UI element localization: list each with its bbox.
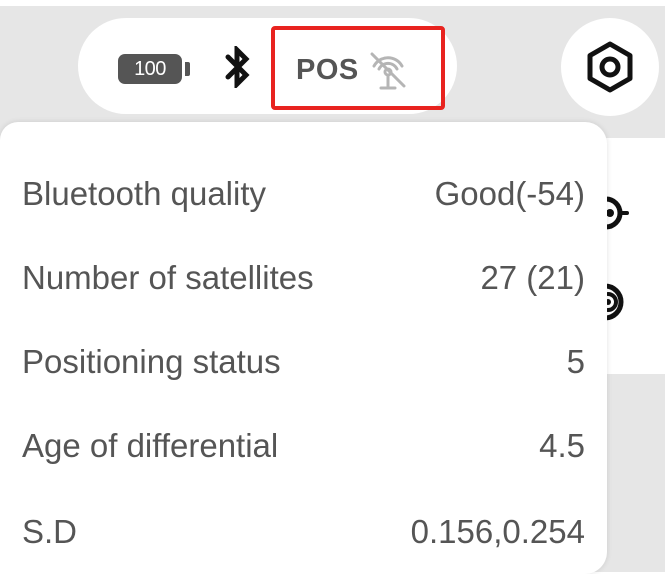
battery-indicator: 100 bbox=[118, 54, 182, 84]
info-value: 27 (21) bbox=[480, 259, 585, 296]
battery-tip bbox=[185, 62, 190, 76]
info-value: 0.156,0.254 bbox=[410, 513, 585, 550]
battery-level: 100 bbox=[134, 58, 166, 80]
info-row-bluetooth-quality: Bluetooth quality Good(-54) bbox=[0, 162, 607, 226]
info-label: S.D bbox=[22, 513, 78, 550]
settings-button[interactable] bbox=[561, 18, 659, 116]
info-row-positioning-status: Positioning status 5 bbox=[0, 330, 607, 394]
info-label: Positioning status bbox=[22, 343, 281, 380]
info-label: Number of satellites bbox=[22, 259, 314, 296]
info-row-age-of-differential: Age of differential 4.5 bbox=[0, 414, 607, 478]
no-signal-icon bbox=[366, 48, 410, 97]
info-row-sd: S.D 0.156,0.254 bbox=[0, 500, 607, 564]
pos-label: POS bbox=[296, 54, 359, 86]
info-value: 4.5 bbox=[539, 427, 585, 464]
info-label: Bluetooth quality bbox=[22, 175, 267, 212]
info-value: Good(-54) bbox=[434, 175, 585, 212]
bluetooth-icon bbox=[224, 43, 252, 93]
info-label: Age of differential bbox=[22, 427, 279, 464]
gnss-info-card: Bluetooth quality Good(-54) Number of sa… bbox=[0, 122, 607, 574]
info-value: 5 bbox=[566, 343, 585, 380]
info-row-satellites: Number of satellites 27 (21) bbox=[0, 246, 607, 310]
